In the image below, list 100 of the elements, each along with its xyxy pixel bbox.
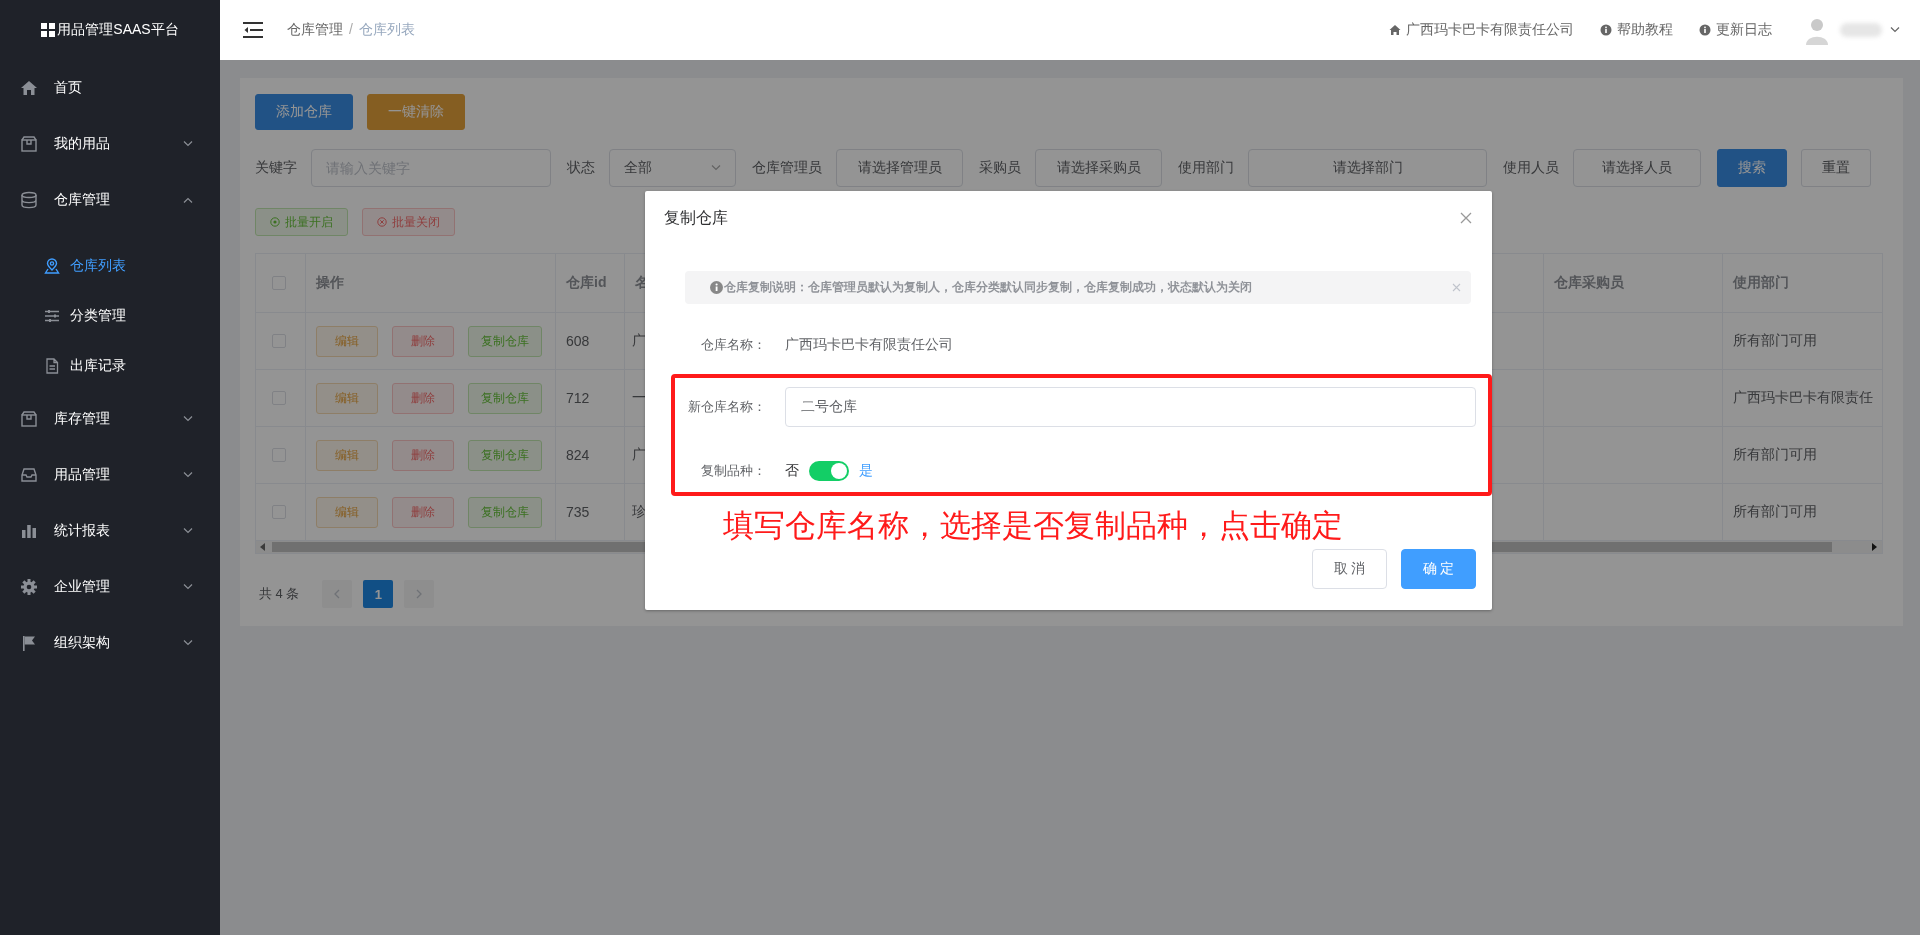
caret-down-icon	[1890, 27, 1900, 33]
cancel-button[interactable]: 取 消	[1312, 549, 1387, 589]
chevron-down-icon	[183, 472, 193, 478]
nav-item[interactable]: 首页	[0, 60, 220, 116]
box-icon	[20, 410, 38, 428]
filter-label: 采购员	[979, 159, 1021, 177]
toggle-switch[interactable]	[809, 461, 849, 481]
column-header: 使用部门	[1733, 274, 1789, 292]
page-button[interactable]: 1	[363, 580, 394, 608]
table-cell: 珍	[632, 503, 646, 521]
chevron-right-icon	[416, 589, 423, 599]
menu-icon[interactable]	[243, 22, 263, 38]
table-cell: 712	[566, 390, 590, 406]
status-select[interactable]: 全部	[609, 149, 736, 187]
circle-icon	[377, 217, 387, 227]
field-label: 仓库名称：	[700, 336, 766, 354]
field-label: 复制品种：	[700, 462, 766, 480]
flag-icon	[20, 634, 38, 652]
gear-icon	[20, 578, 38, 596]
nav-item[interactable]: 组织架构	[0, 615, 220, 671]
table-cell: 824	[566, 447, 590, 463]
picker-button[interactable]: 请选择部门	[1248, 149, 1487, 187]
submenu-item[interactable]: 出库记录	[0, 341, 220, 391]
batch-button[interactable]: 批量关闭	[362, 208, 455, 236]
header-link[interactable]: 帮助教程	[1600, 21, 1673, 39]
next-page-button[interactable]	[404, 580, 435, 608]
submenu-item[interactable]: 仓库列表	[0, 241, 220, 291]
table-cell: 广	[632, 446, 646, 464]
chevron-down-icon	[183, 141, 193, 147]
location-pin-icon	[44, 258, 60, 274]
scroll-right-arrow-icon[interactable]	[1872, 543, 1878, 551]
field-label: 新仓库名称：	[687, 398, 766, 416]
header-link[interactable]: 广西玛卡巴卡有限责任公司	[1389, 21, 1574, 39]
nav-item[interactable]: 用品管理	[0, 447, 220, 503]
picker-button[interactable]: 请选择人员	[1573, 149, 1701, 187]
table-cell: 广西玛卡巴卡有限责任	[1733, 389, 1873, 407]
confirm-button[interactable]: 确 定	[1401, 549, 1476, 589]
breadcrumb-separator: /	[349, 21, 353, 39]
inbox-icon	[20, 466, 38, 484]
nav-item[interactable]: 仓库管理	[0, 172, 220, 228]
nav-item[interactable]: 企业管理	[0, 559, 220, 615]
previous-page-button[interactable]	[322, 580, 353, 608]
filter-label: 关键字	[255, 159, 297, 177]
delete-button[interactable]: 删除	[392, 325, 454, 357]
table-cell: 所有部门可用	[1733, 446, 1817, 464]
blurred-username	[1840, 23, 1882, 37]
total-count: 共 4 条	[259, 585, 300, 603]
field-value: 广西玛卡巴卡有限责任公司	[785, 336, 953, 354]
picker-button[interactable]: 请选择管理员	[836, 149, 963, 187]
database-icon	[20, 191, 38, 209]
table-cell: 所有部门可用	[1733, 332, 1817, 350]
filter-label: 使用部门	[1178, 159, 1234, 177]
table-cell: 一	[632, 389, 646, 407]
circle-icon	[270, 217, 280, 227]
sliders-icon	[44, 308, 60, 324]
notice-text: 仓库复制说明：仓库管理员默认为复制人，仓库分类默认同步复制，仓库复制成功，状态默认为关闭	[724, 279, 1253, 296]
chevron-left-icon	[334, 589, 341, 599]
breadcrumb-link[interactable]: 仓库列表	[358, 21, 415, 39]
nav-item[interactable]: 库存管理	[0, 391, 220, 447]
app-logo-text: 用品管理SAAS平台	[57, 21, 179, 39]
nav-item[interactable]: 统计报表	[0, 503, 220, 559]
table-cell: 所有部门可用	[1733, 503, 1817, 521]
delete-button[interactable]: 删除	[392, 382, 454, 414]
chart-icon	[20, 522, 38, 540]
home-icon	[1389, 24, 1401, 36]
table-cell: 广	[632, 332, 646, 350]
switch-off-label: 否	[785, 462, 799, 480]
close-icon[interactable]	[1460, 212, 1472, 224]
nav-item[interactable]: 我的用品	[0, 116, 220, 172]
picker-button[interactable]: 请选择采购员	[1035, 149, 1162, 187]
column-header: 仓库采购员	[1554, 274, 1624, 292]
column-header: 仓库id	[566, 274, 607, 292]
chevron-down-icon	[183, 640, 193, 646]
annotation-text: 填写仓库名称，选择是否复制品种，点击确定	[723, 507, 1344, 545]
delete-button[interactable]: 删除	[392, 496, 454, 528]
chevron-down-icon	[711, 165, 721, 171]
filter-button[interactable]: 重置	[1801, 149, 1871, 187]
table-cell: 735	[566, 504, 590, 520]
filter-button[interactable]: 搜索	[1717, 149, 1787, 187]
filter-label: 仓库管理员	[752, 159, 822, 177]
chevron-down-icon	[183, 416, 193, 422]
submenu-item[interactable]: 分类管理	[0, 291, 220, 341]
filter-label: 状态	[567, 159, 595, 177]
info-icon	[1600, 24, 1612, 36]
dialog-title: 复制仓库	[664, 207, 728, 228]
chevron-down-icon	[183, 528, 193, 534]
chevron-down-icon	[183, 584, 193, 590]
home-icon	[20, 79, 38, 97]
close-icon[interactable]	[1452, 283, 1461, 292]
breadcrumb-link[interactable]: 仓库管理	[287, 21, 343, 39]
column-header: 操作	[316, 274, 344, 292]
scroll-left-arrow-icon[interactable]	[260, 543, 266, 551]
header-link[interactable]: 更新日志	[1699, 21, 1772, 39]
delete-button[interactable]: 删除	[392, 439, 454, 471]
grid-logo-icon	[41, 23, 56, 37]
document-icon	[44, 358, 60, 374]
toolbar-button[interactable]: 添加仓库	[255, 94, 353, 130]
info-icon	[710, 281, 723, 294]
chevron-up-icon	[183, 197, 193, 203]
name-input[interactable]: 二号仓库	[785, 387, 1476, 427]
